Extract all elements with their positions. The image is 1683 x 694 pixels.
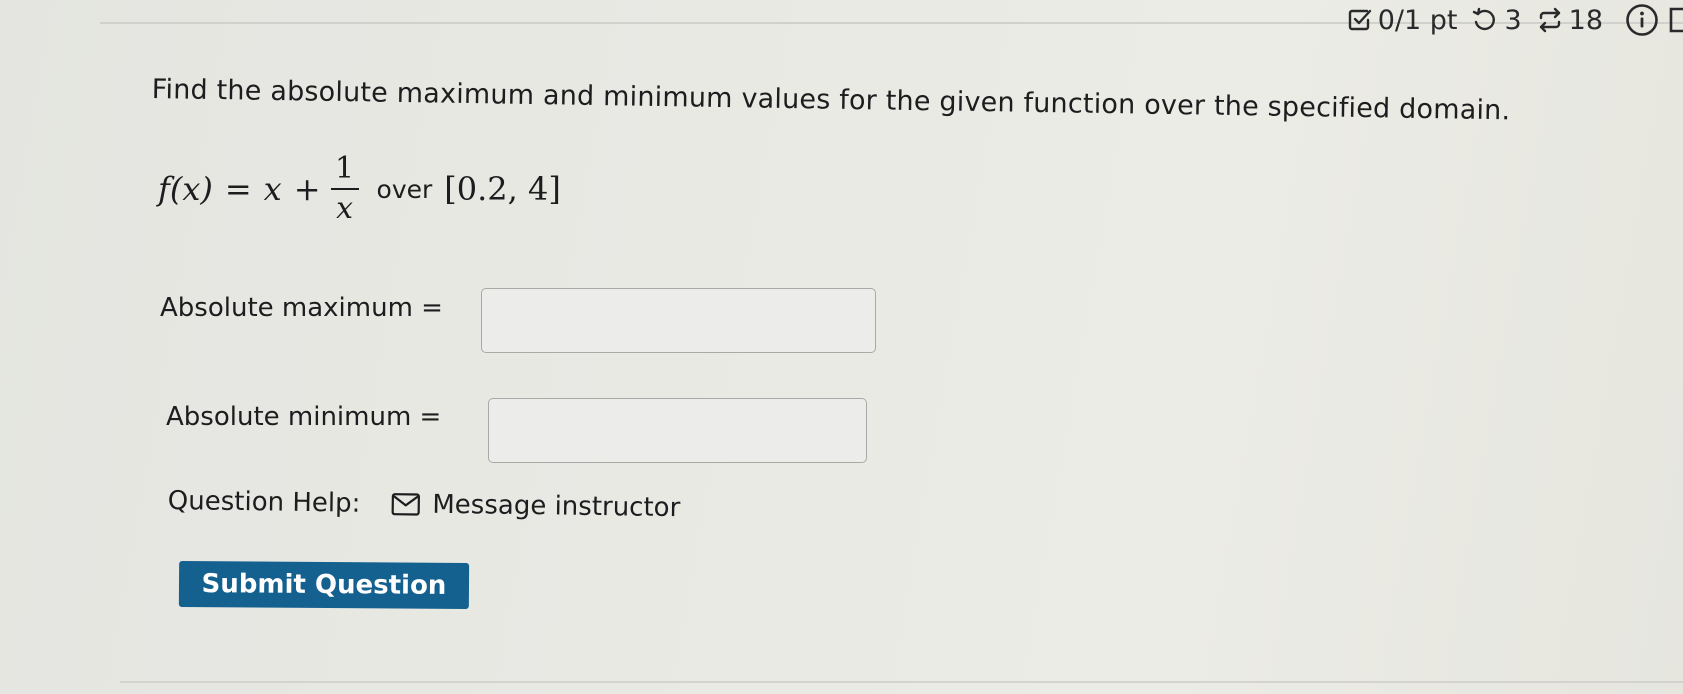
absolute-maximum-input[interactable] [481, 288, 876, 353]
formula-lhs: f(x) [158, 170, 213, 208]
question-help-label: Question Help: [167, 486, 361, 519]
submit-question-button[interactable]: Submit Question [178, 560, 470, 610]
bottom-divider [120, 681, 1683, 683]
formula-x: x [263, 170, 282, 208]
question-help: Question Help: Message instructor [168, 486, 681, 523]
formula-over-word: over [376, 174, 433, 204]
score-indicator: 0/1 pt [1347, 4, 1458, 36]
retries-indicator: 3 [1471, 4, 1522, 36]
fraction-denominator: x [336, 191, 353, 226]
absolute-minimum-input[interactable] [488, 398, 867, 463]
absolute-minimum-label: Absolute minimum = [166, 402, 442, 432]
formula-plus: + [293, 170, 321, 208]
retry-icon [1473, 7, 1496, 31]
envelope-icon [391, 493, 420, 516]
absolute-maximum-label: Absolute maximum = [160, 293, 443, 323]
attempts-indicator: 18 [1536, 5, 1603, 36]
question-prompt: Find the absolute maximum and minimum va… [151, 74, 1511, 127]
formula-interval: [0.2, 4] [444, 170, 561, 208]
score-text: 0/1 pt [1377, 4, 1458, 36]
info-icon[interactable] [1625, 3, 1659, 37]
repeat-icon [1539, 7, 1560, 33]
details-icon[interactable] [1665, 3, 1683, 37]
formula-fraction: 1 x [330, 150, 359, 228]
fraction-numerator: 1 [334, 151, 355, 186]
message-instructor-link[interactable]: Message instructor [390, 489, 680, 523]
message-instructor-text: Message instructor [432, 489, 681, 524]
retries-count: 3 [1504, 4, 1522, 36]
status-bar: 0/1 pt 3 18 [1347, 0, 1683, 40]
formula-equals: = [224, 170, 252, 208]
attempts-count: 18 [1568, 4, 1603, 36]
question-page: 0/1 pt 3 18 Find the absolute maximum an… [0, 0, 1683, 694]
function-formula: f(x) = x + 1 x over [0.2, 4] [158, 150, 561, 228]
checkbox-icon [1348, 9, 1371, 31]
